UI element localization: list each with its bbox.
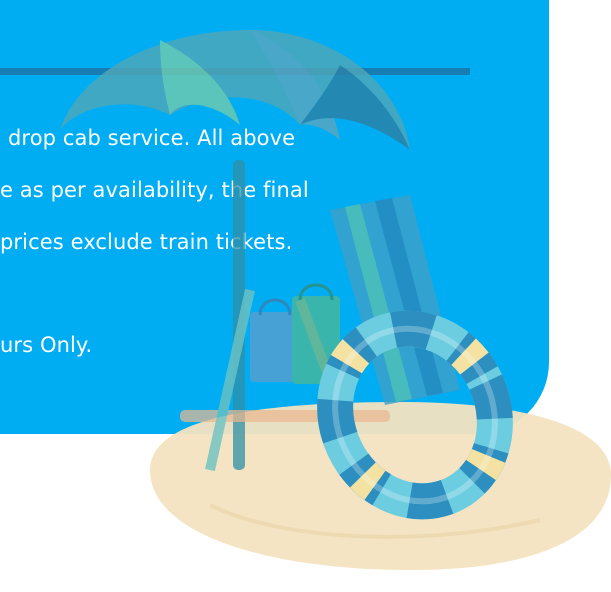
- notice-line-2: e as per availability, the final: [0, 178, 309, 202]
- divider: [0, 68, 470, 75]
- notice-line-1: drop cab service. All above: [8, 126, 296, 150]
- info-card: drop cab service. All above e as per ava…: [0, 0, 549, 434]
- notice-line-4: urs Only.: [0, 333, 93, 357]
- notice-line-3: prices exclude train tickets.: [0, 230, 293, 254]
